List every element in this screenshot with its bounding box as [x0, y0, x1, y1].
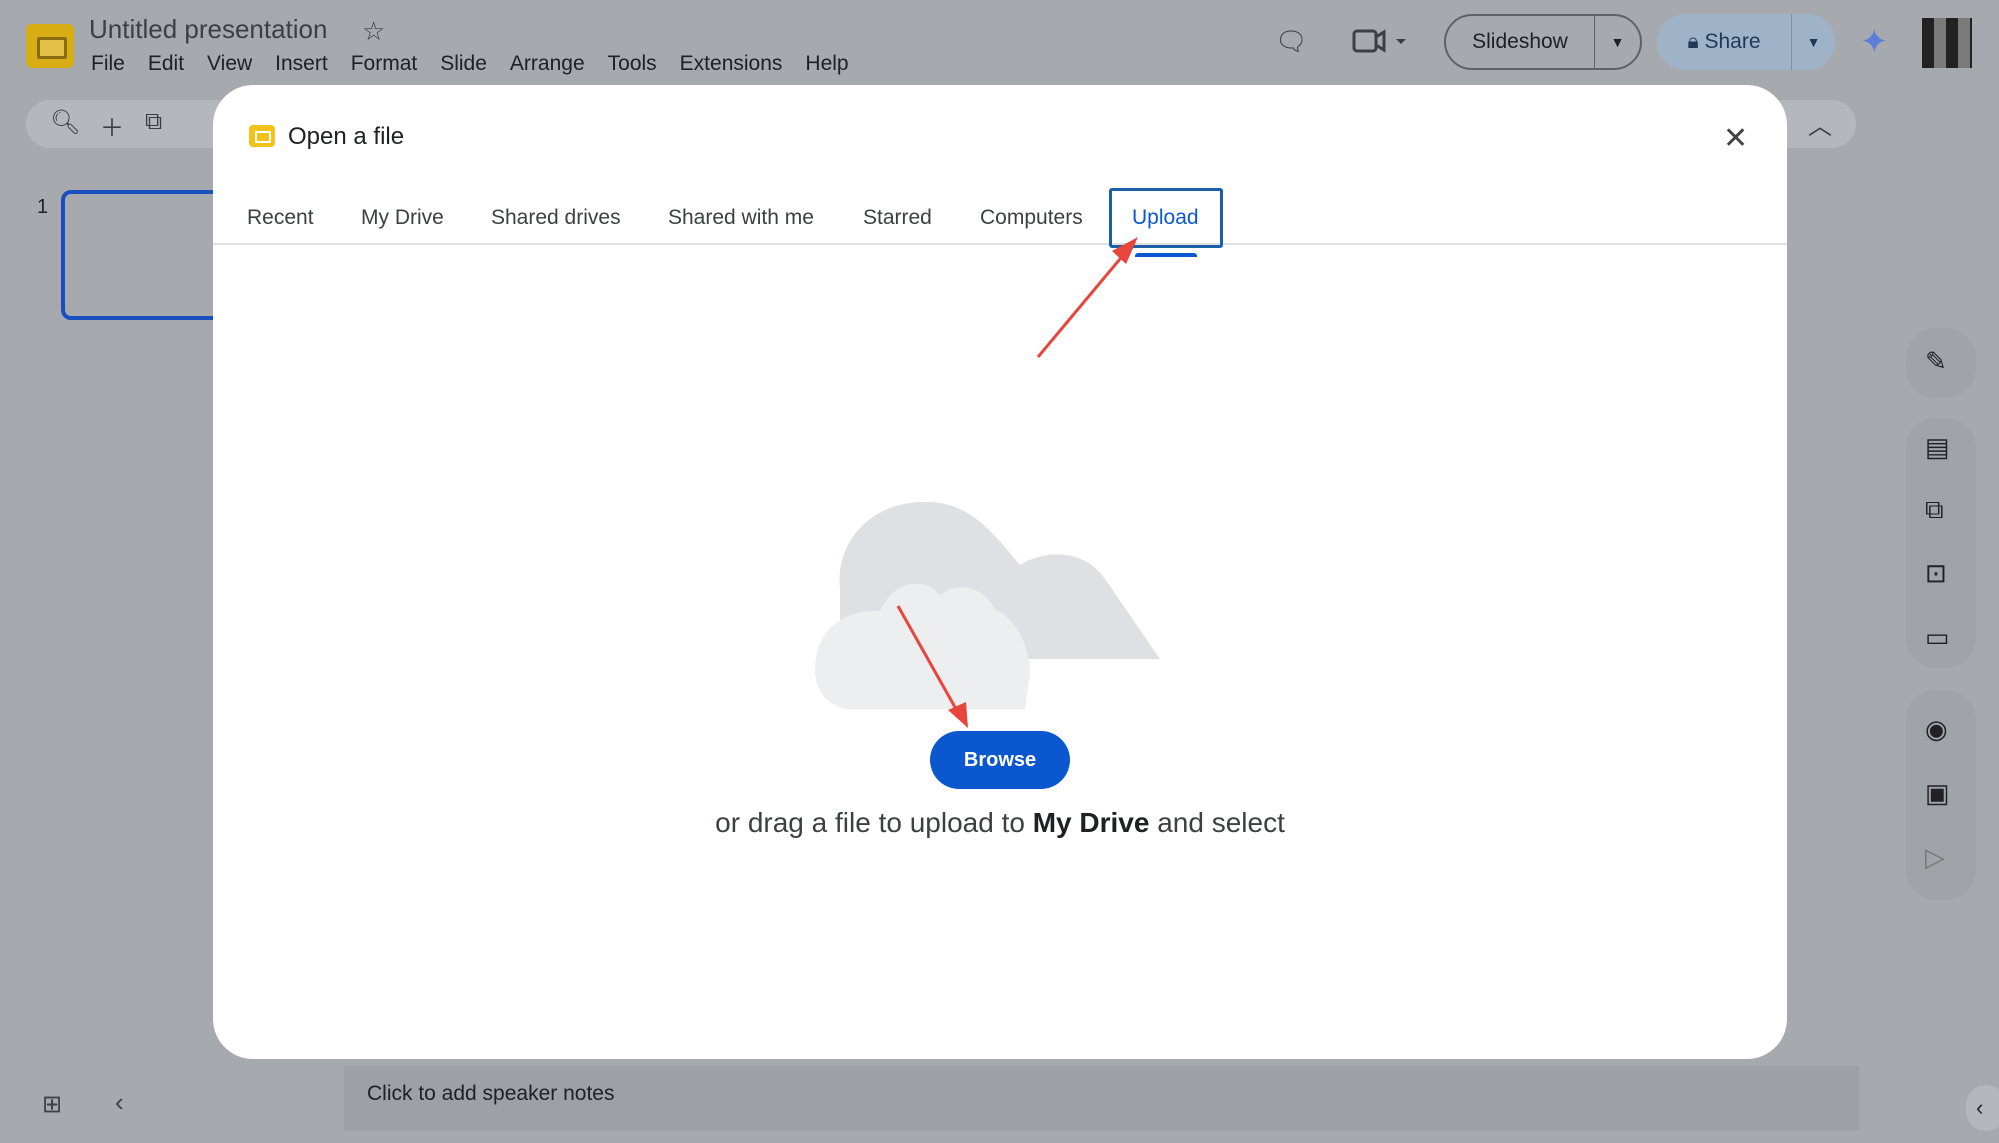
- upload-tab-highlight: [1109, 188, 1223, 248]
- slideshow-button[interactable]: Slideshow ▼: [1444, 14, 1642, 70]
- close-icon[interactable]: ✕: [1723, 121, 1748, 156]
- slide-number: 1: [37, 196, 49, 218]
- folder-icon[interactable]: ▭: [1925, 622, 1950, 653]
- slides-app: Untitled presentation ☆ File Edit View I…: [0, 0, 1999, 1143]
- menu-view[interactable]: View: [207, 52, 252, 76]
- drag-hint: or drag a file to upload to My Drive and…: [715, 807, 1285, 838]
- browse-button[interactable]: Browse: [930, 731, 1070, 789]
- slides-file-icon: [249, 125, 275, 147]
- chevron-left-icon[interactable]: ‹: [1966, 1085, 1999, 1131]
- tab-shared-with-me[interactable]: Shared with me: [668, 206, 814, 230]
- cloud-illustration: [815, 501, 1160, 709]
- dialog-tabs: Recent My Drive Shared drives Shared wit…: [213, 191, 1787, 245]
- image-search-icon[interactable]: ⊡: [1925, 558, 1947, 589]
- caption-icon[interactable]: ▤: [1925, 432, 1950, 463]
- menu-help[interactable]: Help: [805, 52, 848, 76]
- tab-starred[interactable]: Starred: [863, 206, 932, 230]
- add-video-icon[interactable]: ▷: [1925, 842, 1945, 873]
- menu-tools[interactable]: Tools: [608, 52, 657, 76]
- menu-extensions[interactable]: Extensions: [680, 52, 783, 76]
- menu-slide[interactable]: Slide: [440, 52, 487, 76]
- menu-file[interactable]: File: [91, 52, 125, 76]
- tab-computers[interactable]: Computers: [980, 206, 1083, 230]
- tab-shared-drives[interactable]: Shared drives: [491, 206, 621, 230]
- comment-icon[interactable]: 🗨: [1275, 26, 1308, 57]
- menu-insert[interactable]: Insert: [275, 52, 328, 76]
- dialog-title: Open a file: [288, 123, 405, 150]
- avatar[interactable]: [1922, 18, 1972, 68]
- new-slide-icon[interactable]: ⧉: [145, 108, 162, 136]
- star-icon[interactable]: ☆: [362, 16, 385, 47]
- camera-icon[interactable]: [1352, 26, 1412, 63]
- drag-target: My Drive: [1032, 807, 1150, 838]
- grid-icon[interactable]: ⊞: [42, 1090, 62, 1119]
- record-icon[interactable]: ◉: [1925, 714, 1948, 745]
- open-file-dialog: Open a file ✕ Recent My Drive Shared dri…: [213, 85, 1787, 1059]
- active-tab-indicator: [1135, 253, 1197, 257]
- video-icon[interactable]: ▣: [1925, 778, 1950, 809]
- slides-logo[interactable]: [26, 24, 74, 68]
- menu-arrange[interactable]: Arrange: [510, 52, 585, 76]
- speaker-notes[interactable]: Click to add speaker notes: [344, 1066, 1859, 1130]
- collapse-toolbar-icon[interactable]: ︿: [1808, 106, 1832, 141]
- menu-edit[interactable]: Edit: [148, 52, 184, 76]
- tab-my-drive[interactable]: My Drive: [361, 206, 444, 230]
- share-label: Share: [1704, 30, 1761, 53]
- slideshow-dropdown-icon[interactable]: ▼: [1595, 34, 1640, 50]
- menu-format[interactable]: Format: [351, 52, 418, 76]
- magic-icon[interactable]: ✎: [1925, 346, 1947, 377]
- chevron-left-icon[interactable]: ‹: [115, 1087, 124, 1118]
- slideshow-label[interactable]: Slideshow: [1446, 16, 1595, 68]
- share-dropdown-icon[interactable]: ▼: [1791, 14, 1835, 70]
- speaker-notes-placeholder: Click to add speaker notes: [367, 1082, 615, 1105]
- lock-icon: 🔒︎: [1687, 30, 1705, 53]
- plus-icon[interactable]: ＋: [100, 108, 124, 143]
- gemini-icon[interactable]: ✦: [1860, 22, 1889, 62]
- document-title[interactable]: Untitled presentation: [89, 14, 327, 45]
- gallery-icon[interactable]: ⧉: [1925, 494, 1944, 526]
- search-icon[interactable]: 🔍︎: [50, 108, 80, 137]
- tab-recent[interactable]: Recent: [247, 206, 314, 230]
- menu-bar: File Edit View Insert Format Slide Arran…: [91, 52, 872, 76]
- share-button[interactable]: 🔒︎ Share ▼: [1657, 14, 1835, 70]
